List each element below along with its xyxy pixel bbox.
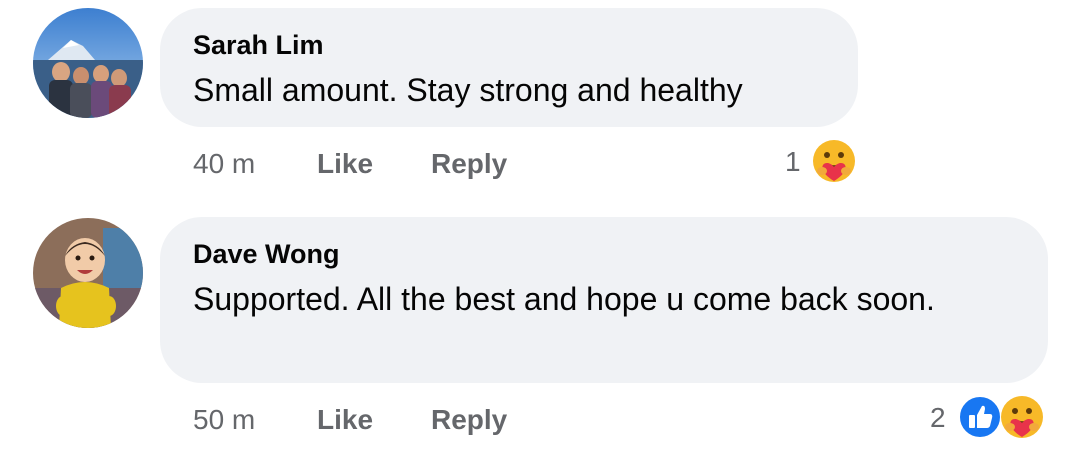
like-button[interactable]: Like xyxy=(317,404,373,436)
comment-author[interactable]: Sarah Lim xyxy=(193,30,324,61)
avatar-photo xyxy=(33,8,143,118)
avatar-photo xyxy=(33,218,143,328)
comment-bubble: Dave Wong Supported. All the best and ho… xyxy=(160,217,1048,383)
reply-button[interactable]: Reply xyxy=(431,148,507,180)
reaction-count[interactable]: 1 xyxy=(785,146,801,178)
comment-timestamp[interactable]: 50 m xyxy=(193,404,255,436)
comment-author[interactable]: Dave Wong xyxy=(193,239,340,270)
comment-text: Supported. All the best and hope u come … xyxy=(193,281,935,317)
care-icon[interactable] xyxy=(810,137,858,185)
like-icon[interactable] xyxy=(956,393,1004,441)
care-icon[interactable] xyxy=(998,393,1046,441)
comment-text: Small amount. Stay strong and healthy xyxy=(193,72,743,108)
reply-button[interactable]: Reply xyxy=(431,404,507,436)
comments-section: Sarah Lim Small amount. Stay strong and … xyxy=(0,0,1080,471)
comment-timestamp[interactable]: 40 m xyxy=(193,148,255,180)
comment-bubble: Sarah Lim Small amount. Stay strong and … xyxy=(160,8,858,127)
reaction-count[interactable]: 2 xyxy=(930,402,946,434)
avatar[interactable] xyxy=(33,218,143,328)
like-button[interactable]: Like xyxy=(317,148,373,180)
avatar[interactable] xyxy=(33,8,143,118)
